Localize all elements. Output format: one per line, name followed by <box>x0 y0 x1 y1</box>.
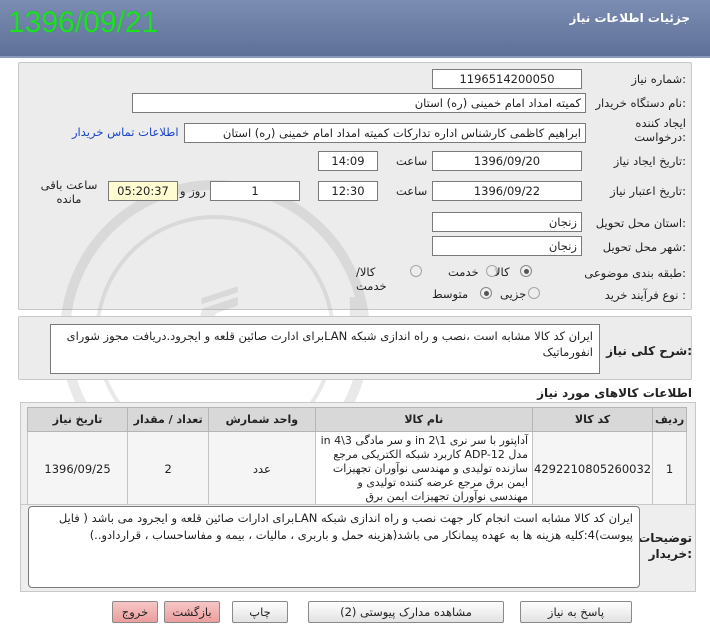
cell-code: 4292210805260032 <box>532 431 654 507</box>
creator-label: ایجاد کننده درخواست: <box>634 116 686 144</box>
back-button[interactable]: بازگشت <box>164 601 220 623</box>
need-number-field[interactable]: 1196514200050 <box>432 69 582 89</box>
col-unit: واحد شمارش <box>208 407 316 432</box>
cell-name: آداپتور با سر نری 1\2 in و سر مادگی 3\4 … <box>314 431 534 507</box>
cell-date: 1396/09/25 <box>26 431 129 507</box>
summary-text[interactable]: ایران کد کالا مشابه است ،نصب و راه انداز… <box>50 324 600 374</box>
col-qty: تعداد / مقدار <box>127 407 210 432</box>
created-time-field[interactable]: 14:09 <box>318 151 378 171</box>
remaining-label: ساعت باقی مانده <box>40 178 98 206</box>
remaining-time-field[interactable]: 05:20:37 <box>108 181 178 201</box>
cell-unit: عدد <box>208 431 316 507</box>
need-number-label: شماره نیاز: <box>631 72 686 86</box>
page-header: جزئیات اطلاعات نیاز 1396/09/21 <box>0 0 710 58</box>
city-label: شهر محل تحویل: <box>602 240 686 254</box>
radio-icon[interactable] <box>410 265 422 277</box>
cell-qty: 2 <box>127 431 210 507</box>
items-table: ردیف کد کالا نام کالا واحد شمارش تعداد /… <box>26 407 687 507</box>
radio-icon[interactable] <box>520 265 532 277</box>
buyer-contact-link[interactable]: اطلاعات تماس خریدار <box>72 125 179 139</box>
province-label: استان محل تحویل: <box>595 216 686 230</box>
validity-date-field[interactable]: 1396/09/22 <box>432 181 582 201</box>
summary-label: شرح کلی نیاز: <box>606 344 692 358</box>
date-stamp: 1396/09/21 <box>8 6 159 39</box>
table-row[interactable]: 1 4292210805260032 آداپتور با سر نری 1\2… <box>26 431 687 507</box>
col-name: نام کالا <box>314 407 534 432</box>
validity-date-label: تاریخ اعتبار نیاز: <box>610 184 686 198</box>
remaining-days-field[interactable]: 1 <box>210 181 300 201</box>
buyer-label: نام دستگاه خریدار: <box>595 96 686 110</box>
print-button[interactable]: چاپ <box>232 601 288 623</box>
process-label: نوع فرآیند خرید : <box>604 288 686 302</box>
created-date-label: تاریخ ایجاد نیاز: <box>613 154 686 168</box>
radio-icon[interactable] <box>486 265 498 277</box>
validity-time-label: ساعت <box>396 184 428 198</box>
col-date: تاریخ نیاز <box>26 407 129 432</box>
radio-icon[interactable] <box>480 287 492 299</box>
exit-button[interactable]: خروج <box>112 601 158 623</box>
created-time-label: ساعت <box>396 154 428 168</box>
city-field[interactable]: زنجان <box>432 236 582 256</box>
items-section-title: اطلاعات کالاهای مورد نیاز <box>537 386 692 400</box>
notes-label: توضیحات خریدار: <box>638 531 692 561</box>
items-panel: ردیف کد کالا نام کالا واحد شمارش تعداد /… <box>20 402 696 514</box>
validity-time-field[interactable]: 12:30 <box>318 181 378 201</box>
buyer-field[interactable]: کمیته امداد امام خمینی (ره) استان <box>132 93 586 113</box>
province-field[interactable]: زنجان <box>432 212 582 232</box>
col-code: کد کالا <box>532 407 654 432</box>
view-attachments-button[interactable]: مشاهده مدارک پیوستی (2) <box>308 601 504 623</box>
radio-icon[interactable] <box>528 287 540 299</box>
created-date-field[interactable]: 1396/09/20 <box>432 151 582 171</box>
col-index: ردیف <box>652 407 687 432</box>
items-header-row: ردیف کد کالا نام کالا واحد شمارش تعداد /… <box>26 407 687 432</box>
reply-button[interactable]: پاسخ به نیاز <box>520 601 632 623</box>
category-label: طبقه بندی موضوعی: <box>584 266 686 280</box>
cell-index: 1 <box>652 431 687 507</box>
page-title: جزئیات اطلاعات نیاز <box>569 11 690 25</box>
days-label: روز و <box>180 184 206 198</box>
creator-field[interactable]: ابراهیم کاظمی کارشناس اداره تدارکات کمیت… <box>184 123 586 143</box>
notes-text[interactable]: ایران کد کالا مشابه است انجام کار جهت نص… <box>28 506 640 588</box>
